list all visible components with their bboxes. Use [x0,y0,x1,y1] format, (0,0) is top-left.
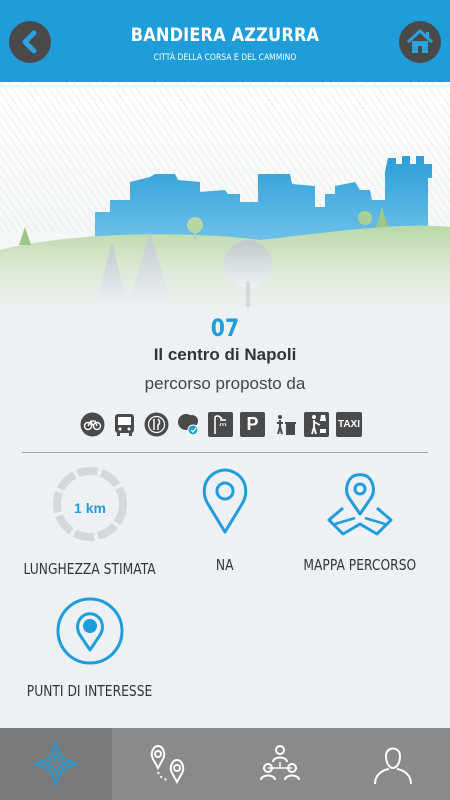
page-subtitle: CITTÀ DELLA CORSA E DEL CAMMINO [153,53,297,63]
compass-icon [33,741,79,787]
map-label: MAPPA PERCORSO [303,556,417,574]
city-banner-illustration [0,82,450,312]
map-feature[interactable]: MAPPA PERCORSO [285,468,435,574]
poi-feature[interactable]: PUNTI DI INTERESSE [15,596,165,700]
section-divider [22,452,428,453]
location-pin-icon [202,468,248,534]
nav-community[interactable] [224,728,336,800]
parking-icon: P [240,412,265,437]
amenities-row: P TAXI [80,412,362,437]
shower-icon [208,412,233,437]
home-button[interactable] [399,21,441,63]
waste-bin-icon [272,412,297,437]
home-icon [406,29,434,53]
water-fountain-icon [176,412,201,437]
point-of-interest-icon [56,597,124,665]
location-label: NA [216,556,234,574]
bus-icon [112,412,137,437]
nav-profile[interactable] [336,728,450,800]
map-route-icon [327,473,393,536]
poi-label: PUNTI DI INTERESSE [27,682,153,700]
route-number: 07 [210,314,240,342]
route-pins-icon [150,744,185,785]
bicycle-icon [80,412,105,437]
length-label: LUNGHEZZA STIMATA [23,560,157,578]
route-name: Il centro di Napoli [153,345,297,364]
route-proposed-by: percorso proposto da [144,374,306,393]
nav-compass[interactable] [0,728,112,800]
page-title: BANDIERA AZZURRA [130,24,320,46]
bottom-nav [0,728,450,800]
length-ring: 1 km [52,466,128,542]
location-feature[interactable]: NA [150,468,300,574]
dog-walk-icon [304,412,329,437]
nav-routes[interactable] [112,728,224,800]
user-profile-icon [374,747,412,785]
app-header: BANDIERA AZZURRA CITTÀ DELLA CORSA E DEL… [0,0,450,82]
length-feature[interactable]: 1 km LUNGHEZZA STIMATA [15,466,165,578]
taxi-icon: TAXI [336,412,362,437]
restaurant-icon [144,412,169,437]
community-icon [260,745,300,781]
length-value: 1 km [74,500,106,516]
